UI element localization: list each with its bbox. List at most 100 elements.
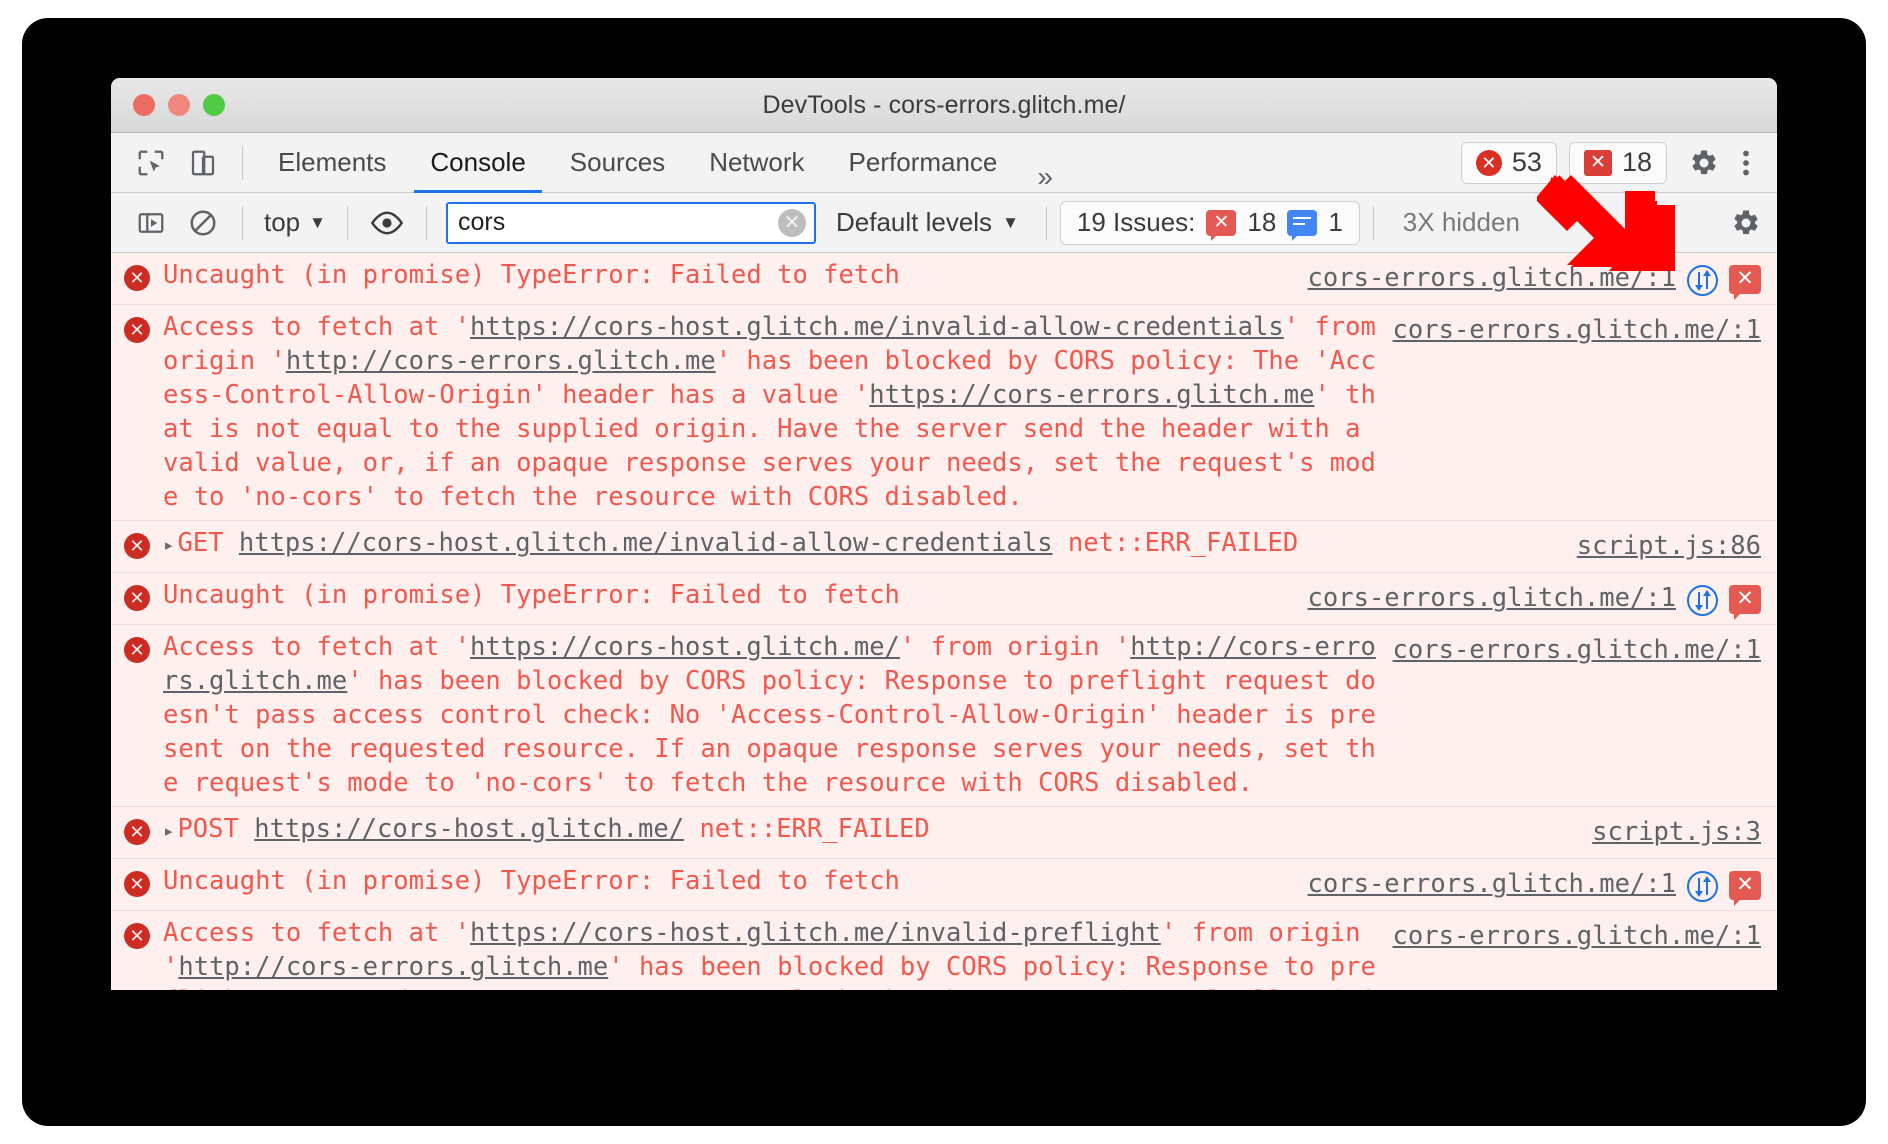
message-text-fragment: GET	[177, 528, 239, 558]
inline-url-link[interactable]: http://cors-errors.glitch.me	[286, 346, 716, 376]
issues-label: 19 Issues:	[1076, 207, 1196, 237]
live-expression-eye-icon[interactable]	[361, 200, 413, 246]
issue-badge-icon[interactable]: ✕	[1729, 585, 1761, 620]
window-title: DevTools - cors-errors.glitch.me/	[762, 90, 1126, 119]
message-text-fragment: Uncaught (in promise) TypeError: Failed …	[163, 580, 900, 610]
message-text-fragment: Uncaught (in promise) TypeError: Failed …	[163, 866, 900, 896]
error-circle-icon: ✕	[124, 265, 150, 291]
message-source-link[interactable]: cors-errors.glitch.me/:1	[1308, 263, 1676, 293]
message-text-fragment: net::ERR_FAILED	[684, 814, 930, 844]
inline-url-link[interactable]: https://cors-host.glitch.me/invalid-allo…	[470, 312, 1284, 342]
arrow-down-icon	[1694, 891, 1703, 897]
issues-info-count: 1	[1328, 207, 1343, 237]
console-sidebar-icon[interactable]	[125, 200, 177, 246]
message-right-group: cors-errors.glitch.me/:1	[1393, 630, 1777, 800]
message-text-fragment: net::ERR_FAILED	[1052, 528, 1299, 558]
message-text: Uncaught (in promise) TypeError: Failed …	[163, 258, 1308, 298]
message-icon-cell: ✕	[111, 526, 163, 566]
devtools-window: DevTools - cors-errors.glitch.me/ Elemen…	[111, 78, 1777, 990]
inline-url-link[interactable]: https://cors-host.glitch.me/	[254, 814, 684, 844]
console-settings-gear-icon[interactable]	[1721, 208, 1777, 238]
inline-url-link[interactable]: https://cors-host.glitch.me/	[470, 632, 900, 662]
network-request-icon[interactable]	[1687, 585, 1718, 616]
message-source-link[interactable]: script.js:86	[1577, 531, 1761, 561]
console-message-row[interactable]: ✕ Access to fetch at 'https://cors-host.g…	[111, 911, 1777, 990]
message-text: ▸ POST https://cors-host.glitch.me/ net::…	[163, 812, 1592, 852]
message-icon-cell: ✕	[111, 916, 163, 990]
message-source-link[interactable]: cors-errors.glitch.me/:1	[1308, 869, 1676, 899]
issue-badge-icon[interactable]: ✕	[1729, 871, 1761, 906]
message-source-link[interactable]: cors-errors.glitch.me/:1	[1308, 583, 1676, 613]
inline-url-link[interactable]: https://cors-host.glitch.me/invalid-allo…	[239, 528, 1053, 558]
message-text: Uncaught (in promise) TypeError: Failed …	[163, 578, 1308, 618]
console-message-row[interactable]: ✕ ▸ POST https://cors-host.glitch.me/ net:…	[111, 807, 1777, 859]
inspect-element-icon[interactable]	[125, 140, 177, 186]
error-count-badge[interactable]: ✕ 53	[1460, 141, 1557, 184]
network-request-icon[interactable]	[1687, 265, 1718, 296]
message-icon-cell: ✕	[111, 812, 163, 852]
filterbar-divider-5	[1372, 205, 1374, 240]
tab-performance[interactable]: Performance	[827, 133, 1020, 193]
filter-input-wrapper: ✕	[445, 201, 816, 244]
message-text-fragment: Access to fetch at '	[163, 632, 471, 662]
issue-error-icon: ✕	[1206, 209, 1237, 241]
message-text: ▸ GET https://cors-host.glitch.me/invalid…	[163, 526, 1577, 566]
message-text-fragment: Access to fetch at '	[163, 312, 471, 342]
error-circle-icon: ✕	[124, 871, 150, 897]
console-message-row[interactable]: ✕ Uncaught (in promise) TypeError: Failed…	[111, 859, 1777, 911]
hidden-messages-note: 3X hidden	[1402, 207, 1520, 237]
filterbar-divider-4	[1045, 205, 1047, 240]
kebab-menu-icon[interactable]	[1729, 148, 1763, 178]
filterbar-divider-1	[242, 205, 243, 240]
issues-error-count: 18	[1247, 207, 1277, 237]
tabbar-divider	[242, 145, 243, 180]
issue-count-badge[interactable]: ✕ 18	[1568, 141, 1667, 184]
message-text-fragment: ' from origin '	[899, 632, 1131, 662]
arrow-up-icon	[1702, 876, 1711, 882]
console-message-row[interactable]: ✕ ▸ GET https://cors-host.glitch.me/invali…	[111, 521, 1777, 573]
message-right-group: script.js:3	[1592, 812, 1777, 852]
tab-sources[interactable]: Sources	[548, 133, 687, 193]
screenshot-root: DevTools - cors-errors.glitch.me/ Elemen…	[0, 0, 1888, 1144]
error-circle-icon: ✕	[124, 819, 150, 845]
inline-url-link[interactable]: https://cors-errors.glitch.me	[869, 380, 1314, 410]
expand-triangle-icon[interactable]: ▸	[163, 820, 174, 842]
message-source-link[interactable]: cors-errors.glitch.me/:1	[1393, 921, 1761, 951]
message-icon-cell: ✕	[111, 864, 163, 904]
issue-square-icon: ✕	[1583, 149, 1612, 176]
clear-input-icon[interactable]: ✕	[777, 208, 806, 237]
tab-elements[interactable]: Elements	[256, 133, 408, 193]
execution-context-selector[interactable]: top ▼	[256, 207, 334, 238]
filterbar-divider-3	[425, 205, 427, 240]
console-message-row[interactable]: ✕ Access to fetch at 'https://cors-host.g…	[111, 305, 1777, 521]
issue-info-icon	[1287, 209, 1318, 241]
issue-count-value: 18	[1621, 147, 1652, 177]
issue-badge-icon[interactable]: ✕	[1729, 265, 1761, 300]
message-source-link[interactable]: script.js:3	[1592, 817, 1761, 847]
issues-summary-pill[interactable]: 19 Issues: ✕ 18 1	[1059, 200, 1360, 245]
inline-url-link[interactable]: https://cors-host.glitch.me/invalid-pref…	[470, 918, 1161, 948]
console-message-list[interactable]: ✕ Uncaught (in promise) TypeError: Failed…	[111, 253, 1777, 990]
message-source-link[interactable]: cors-errors.glitch.me/:1	[1393, 635, 1761, 665]
error-circle-icon: ✕	[1475, 149, 1502, 176]
network-request-icon[interactable]	[1687, 871, 1718, 902]
log-levels-label: Default levels	[835, 207, 993, 237]
filter-input[interactable]	[445, 201, 816, 244]
chevron-down-icon: ▼	[1002, 212, 1019, 232]
gear-icon[interactable]	[1679, 148, 1729, 178]
devtools-tabbar: Elements Console Sources Network Perform…	[111, 133, 1777, 193]
tab-console[interactable]: Console	[408, 133, 547, 193]
console-message-row[interactable]: ✕ Uncaught (in promise) TypeError: Failed…	[111, 253, 1777, 305]
tab-network[interactable]: Network	[687, 133, 826, 193]
log-levels-selector[interactable]: Default levels ▼	[822, 207, 1033, 238]
message-source-link[interactable]: cors-errors.glitch.me/:1	[1393, 315, 1761, 345]
device-toolbar-icon[interactable]	[177, 140, 229, 186]
message-text-fragment: Access to fetch at '	[163, 918, 471, 948]
execution-context-label: top	[264, 207, 301, 237]
clear-console-icon[interactable]	[177, 200, 229, 246]
expand-triangle-icon[interactable]: ▸	[163, 534, 174, 556]
console-message-row[interactable]: ✕ Access to fetch at 'https://cors-host.g…	[111, 625, 1777, 807]
inline-url-link[interactable]: http://cors-errors.glitch.me	[178, 952, 608, 982]
more-tabs-icon[interactable]: »	[1019, 161, 1071, 193]
console-message-row[interactable]: ✕ Uncaught (in promise) TypeError: Failed…	[111, 573, 1777, 625]
